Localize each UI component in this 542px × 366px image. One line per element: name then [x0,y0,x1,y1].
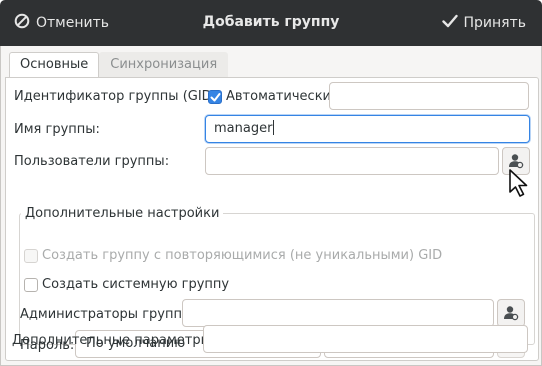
extra-params-input[interactable] [203,325,528,353]
checkmark-icon [441,14,458,32]
extra-params-label: Дополнительные параметры: [12,333,216,348]
check-icon [210,93,221,102]
system-group-checkbox[interactable] [24,278,38,292]
title-bar: Отменить Добавить группу Принять [0,0,542,46]
group-admins-input[interactable] [182,299,494,327]
gid-auto-label[interactable]: Автоматически [226,89,331,104]
admins-label: Администраторы группы: [20,307,197,322]
group-name-input[interactable]: manager [205,115,530,143]
select-admins-button[interactable] [497,299,525,327]
select-users-icon [504,306,519,321]
accept-button[interactable]: Принять [441,9,527,37]
group-users-input[interactable] [205,147,499,175]
advanced-settings-title: Дополнительные настройки [21,206,224,221]
select-users-icon [509,154,524,169]
text-caret [273,120,275,135]
gid-auto-checkbox[interactable] [208,90,222,104]
accept-label: Принять [463,15,527,31]
nonunique-gid-label: Создать группу с повторяющимися (не уник… [42,248,443,263]
nonunique-gid-checkbox [24,249,38,263]
tab-sync[interactable]: Синхронизация [99,52,229,78]
mouse-pointer-icon [509,169,528,197]
system-group-label[interactable]: Создать системную группу [42,277,229,292]
tab-general[interactable]: Основные [9,52,100,78]
tab-panel-general: Идентификатор группы (GID): Автоматическ… [5,77,539,361]
users-label: Пользователи группы: [14,154,170,169]
group-name-value: manager [214,121,273,136]
dialog-content: Основные Синхронизация Идентификатор гру… [0,46,542,366]
gid-label: Идентификатор группы (GID): [14,89,222,104]
name-label: Имя группы: [14,122,100,137]
gid-input[interactable] [329,82,529,110]
tab-bar: Основные Синхронизация [9,52,229,78]
